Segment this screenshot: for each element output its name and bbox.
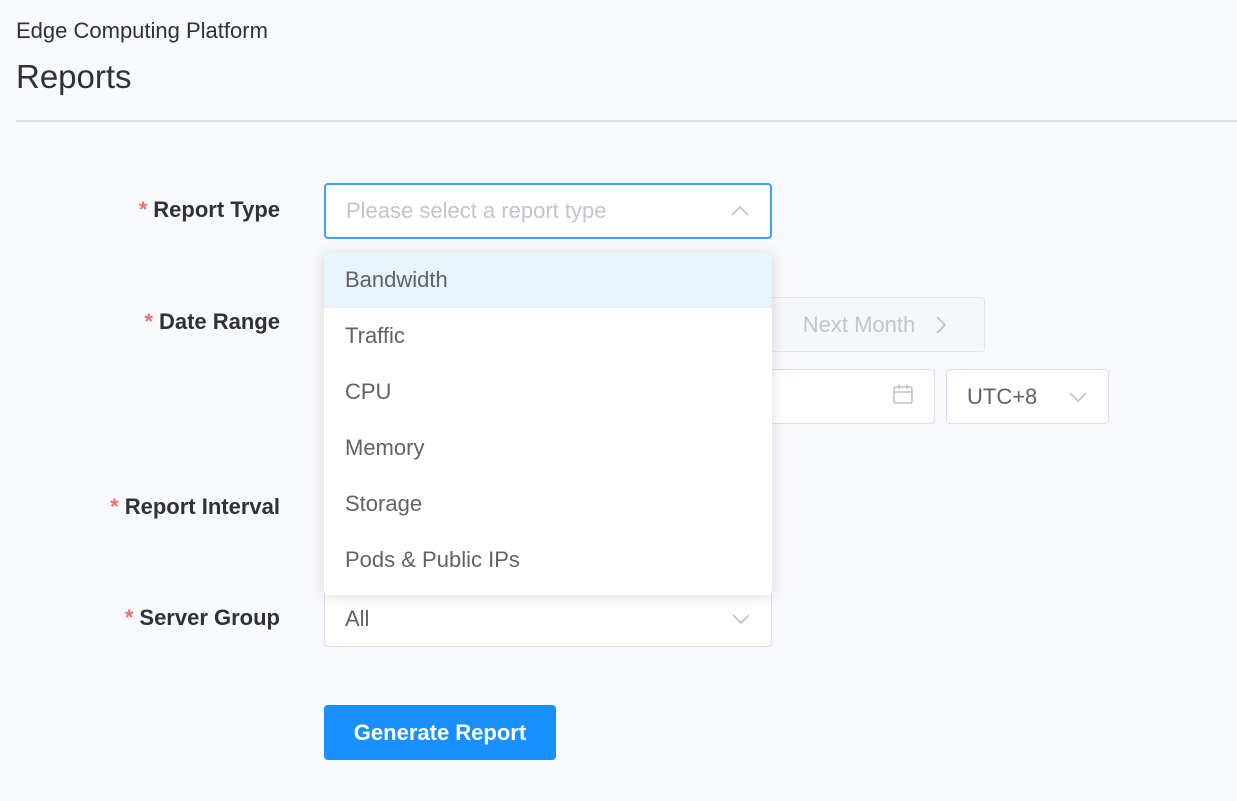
report-type-placeholder: Please select a report type bbox=[346, 198, 607, 223]
option-cpu[interactable]: CPU bbox=[324, 364, 772, 420]
chevron-up-icon bbox=[730, 201, 750, 221]
chevron-down-icon bbox=[731, 609, 751, 629]
chevron-right-icon bbox=[931, 315, 951, 335]
next-month-button[interactable]: Next Month bbox=[770, 297, 985, 352]
report-type-label-text: Report Type bbox=[153, 197, 280, 222]
calendar-icon bbox=[892, 383, 914, 410]
option-memory[interactable]: Memory bbox=[324, 420, 772, 476]
server-group-value: All bbox=[345, 606, 370, 631]
report-type-dropdown: Bandwidth Traffic CPU Memory Storage Pod… bbox=[324, 252, 772, 595]
date-range-label-text: Date Range bbox=[158, 309, 280, 334]
server-group-label: * Server Group bbox=[0, 605, 280, 631]
option-storage[interactable]: Storage bbox=[324, 476, 772, 532]
timezone-select[interactable]: UTC+8 bbox=[946, 369, 1109, 424]
date-range-label: * Date Range bbox=[0, 309, 280, 335]
required-mark: * bbox=[124, 605, 134, 630]
required-mark: * bbox=[138, 197, 148, 222]
generate-report-button[interactable]: Generate Report bbox=[324, 705, 556, 760]
server-group-select[interactable]: All bbox=[324, 591, 772, 647]
required-mark: * bbox=[144, 309, 153, 334]
option-traffic[interactable]: Traffic bbox=[324, 308, 772, 364]
server-group-label-text: Server Group bbox=[139, 605, 280, 630]
required-mark: * bbox=[110, 494, 119, 519]
next-month-label: Next Month bbox=[802, 311, 916, 337]
timezone-value: UTC+8 bbox=[967, 383, 1038, 409]
date-input[interactable] bbox=[770, 369, 935, 424]
report-type-label: * Report Type bbox=[0, 197, 280, 223]
report-type-select[interactable]: Please select a report type bbox=[324, 183, 772, 239]
header-divider bbox=[16, 120, 1237, 122]
report-interval-label-text: Report Interval bbox=[124, 494, 280, 519]
report-interval-label: * Report Interval bbox=[0, 494, 280, 520]
page-title: Reports bbox=[16, 58, 132, 95]
option-bandwidth[interactable]: Bandwidth bbox=[324, 252, 772, 308]
option-pods-public-ips[interactable]: Pods & Public IPs bbox=[324, 532, 772, 588]
chevron-down-icon bbox=[1068, 387, 1088, 407]
reports-page: Edge Computing Platform Reports * Report … bbox=[0, 0, 1237, 801]
breadcrumb: Edge Computing Platform bbox=[16, 18, 268, 43]
